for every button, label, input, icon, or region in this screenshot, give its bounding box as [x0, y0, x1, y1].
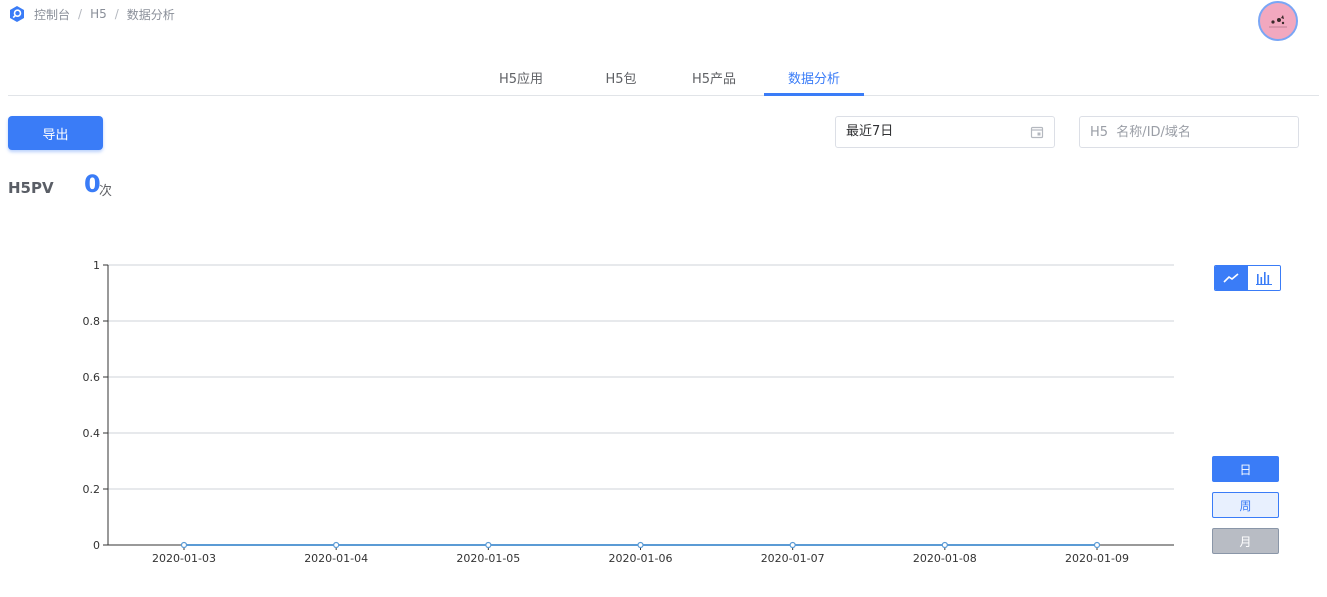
- x-tick-label: 2020-01-07: [761, 552, 825, 565]
- tab-h5-apps[interactable]: H5应用: [476, 67, 566, 95]
- tab-h5-packages[interactable]: H5包: [576, 67, 666, 95]
- x-tick-label: 2020-01-04: [304, 552, 368, 565]
- y-tick-label: 0.8: [83, 315, 101, 328]
- date-range-value: 最近7日: [846, 124, 894, 139]
- y-tick-label: 1: [93, 259, 100, 272]
- y-tick-label: 0.6: [83, 371, 101, 384]
- y-tick-label: 0.2: [83, 483, 101, 496]
- data-point[interactable]: [941, 541, 948, 549]
- stat-label: H5PV: [8, 179, 54, 197]
- bar-chart-button[interactable]: [1247, 266, 1280, 290]
- tab-h5-products[interactable]: H5产品: [668, 67, 760, 95]
- chart-type-toggle: [1214, 265, 1281, 291]
- data-point[interactable]: [789, 541, 796, 549]
- x-tick-label: 2020-01-09: [1065, 552, 1129, 565]
- breadcrumb-current: 数据分析: [126, 7, 175, 22]
- app-logo-icon: [10, 6, 24, 22]
- x-tick-label: 2020-01-06: [609, 552, 673, 565]
- breadcrumb-separator: /: [78, 7, 83, 21]
- data-point[interactable]: [637, 541, 644, 549]
- calendar-icon[interactable]: [1030, 125, 1044, 139]
- breadcrumb-console[interactable]: 控制台: [34, 6, 70, 23]
- period-month-button[interactable]: 月: [1212, 528, 1279, 554]
- avatar[interactable]: [1258, 1, 1298, 41]
- search-input[interactable]: [1079, 116, 1299, 148]
- date-range-picker[interactable]: 最近7日: [835, 116, 1055, 148]
- active-tab-indicator: [764, 93, 864, 96]
- tab-bar: H5应用 H5包 H5产品 数据分析: [8, 67, 1319, 96]
- line-chart-icon: [1223, 273, 1239, 283]
- export-button[interactable]: 导出: [8, 116, 103, 150]
- line-chart-button[interactable]: [1215, 266, 1248, 290]
- data-point[interactable]: [180, 541, 188, 549]
- x-tick-label: 2020-01-03: [152, 552, 216, 565]
- breadcrumb-separator: /: [114, 7, 119, 21]
- data-point[interactable]: [1093, 541, 1101, 549]
- period-week-button[interactable]: 周: [1212, 492, 1279, 518]
- stat-unit: 次: [99, 184, 113, 199]
- pv-line-chart: 0 0.2 0.4 0.6 0.8 1 2020-01-03 2020-01-04 2020-0…: [83, 259, 1174, 565]
- bar-chart-icon: [1255, 272, 1272, 285]
- data-point[interactable]: [485, 541, 492, 549]
- period-day-button[interactable]: 日: [1212, 456, 1279, 482]
- data-point[interactable]: [333, 541, 340, 549]
- avatar-image: [1269, 15, 1287, 28]
- tab-data-analysis[interactable]: 数据分析: [764, 67, 864, 95]
- x-tick-label: 2020-01-08: [913, 552, 977, 565]
- x-tick-label: 2020-01-05: [456, 552, 520, 565]
- breadcrumb-h5[interactable]: H5: [90, 7, 107, 21]
- y-tick-label: 0.4: [83, 427, 101, 440]
- breadcrumb: 控制台 / H5 / 数据分析: [8, 5, 175, 23]
- y-tick-label: 0: [93, 539, 100, 552]
